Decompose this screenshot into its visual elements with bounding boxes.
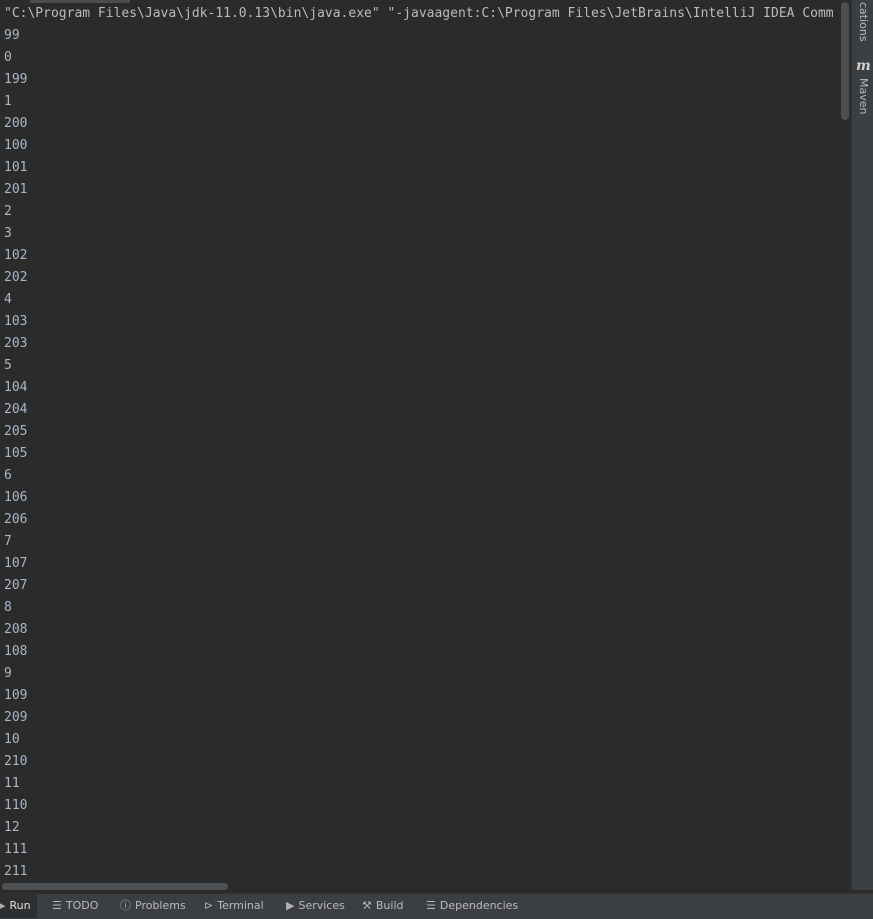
console-output-line: 108	[4, 644, 28, 659]
console-output-line: 12	[4, 820, 20, 835]
tab-run[interactable]: ▸ Run	[0, 894, 37, 918]
console-output-line: 110	[4, 798, 28, 813]
console-output-line: 111	[4, 842, 28, 857]
console-output-line: 1	[4, 94, 12, 109]
bottom-tool-window-bar: ▸ Run ☰ TODO ⓘ Problems ⊳ Terminal ▶ Ser…	[0, 893, 873, 919]
maven-tab[interactable]: Maven	[852, 78, 873, 114]
notifications-tab[interactable]: cations	[852, 2, 873, 42]
console-output-line: 109	[4, 688, 28, 703]
console-output-line: 104	[4, 380, 28, 395]
console-output-line: 7	[4, 534, 12, 549]
terminal-icon: ⊳	[204, 899, 214, 912]
console-output-line: 208	[4, 622, 28, 637]
console-output-line: 99	[4, 28, 20, 43]
console-output-line: 211	[4, 864, 28, 879]
console-output-line: 199	[4, 72, 28, 87]
tab-services[interactable]: ▶ Services	[286, 894, 345, 918]
console-output-line: 101	[4, 160, 28, 175]
console-output-line: 209	[4, 710, 28, 725]
console-output-line: 11	[4, 776, 20, 791]
console-lines: "C:\Program Files\Java\jdk-11.0.13\bin\j…	[4, 3, 851, 890]
tab-dependencies[interactable]: ☰ Dependencies	[426, 894, 518, 918]
console-output-line: 103	[4, 314, 28, 329]
console-output-line: 106	[4, 490, 28, 505]
tab-todo-label: TODO	[65, 899, 99, 912]
console-output-line: 8	[4, 600, 12, 615]
console-output-line: 203	[4, 336, 28, 351]
console-output-line: 205	[4, 424, 28, 439]
console-output-line: 3	[4, 226, 12, 241]
console-output-line: 201	[4, 182, 28, 197]
tab-services-label: Services	[298, 899, 345, 912]
console-output-line: 200	[4, 116, 28, 131]
console-command-line: "C:\Program Files\Java\jdk-11.0.13\bin\j…	[4, 6, 834, 21]
hammer-icon: ⚒	[362, 899, 372, 912]
console-output-line: 4	[4, 292, 12, 307]
list-icon: ☰	[52, 899, 62, 912]
tab-run-label: Run	[9, 899, 31, 912]
console-output-line: 202	[4, 270, 28, 285]
console-output-line: 0	[4, 50, 12, 65]
tab-problems-label: Problems	[135, 899, 186, 912]
console-output-line: 102	[4, 248, 28, 263]
console-output-line: 9	[4, 666, 12, 681]
console-output-line: 100	[4, 138, 28, 153]
tab-build[interactable]: ⚒ Build	[362, 894, 404, 918]
tab-problems[interactable]: ⓘ Problems	[120, 894, 186, 918]
info-icon: ⓘ	[120, 899, 131, 912]
console-output-line: 5	[4, 358, 12, 373]
tab-build-label: Build	[375, 899, 404, 912]
console-output-line: 10	[4, 732, 20, 747]
console-output-line: 206	[4, 512, 28, 527]
tab-dependencies-label: Dependencies	[439, 899, 519, 912]
run-console-output[interactable]: "C:\Program Files\Java\jdk-11.0.13\bin\j…	[0, 0, 851, 890]
console-output-line: 210	[4, 754, 28, 769]
services-icon: ▶	[286, 899, 295, 912]
tab-terminal-label: Terminal	[217, 899, 264, 912]
tab-todo[interactable]: ☰ TODO	[52, 894, 98, 918]
console-output-line: 6	[4, 468, 12, 483]
horizontal-scrollbar-thumb[interactable]	[2, 883, 228, 890]
layers-icon: ☰	[426, 899, 436, 912]
console-output-line: 207	[4, 578, 28, 593]
maven-icon[interactable]: m	[856, 58, 871, 74]
vertical-scrollbar-thumb[interactable]	[841, 2, 849, 120]
console-output-line: 107	[4, 556, 28, 571]
console-output-line: 105	[4, 446, 28, 461]
tab-terminal[interactable]: ⊳ Terminal	[204, 894, 264, 918]
right-tool-window-strip: cations m Maven	[851, 0, 873, 890]
console-output-line: 204	[4, 402, 28, 417]
console-output-line: 2	[4, 204, 12, 219]
run-icon: ▸	[0, 899, 6, 912]
